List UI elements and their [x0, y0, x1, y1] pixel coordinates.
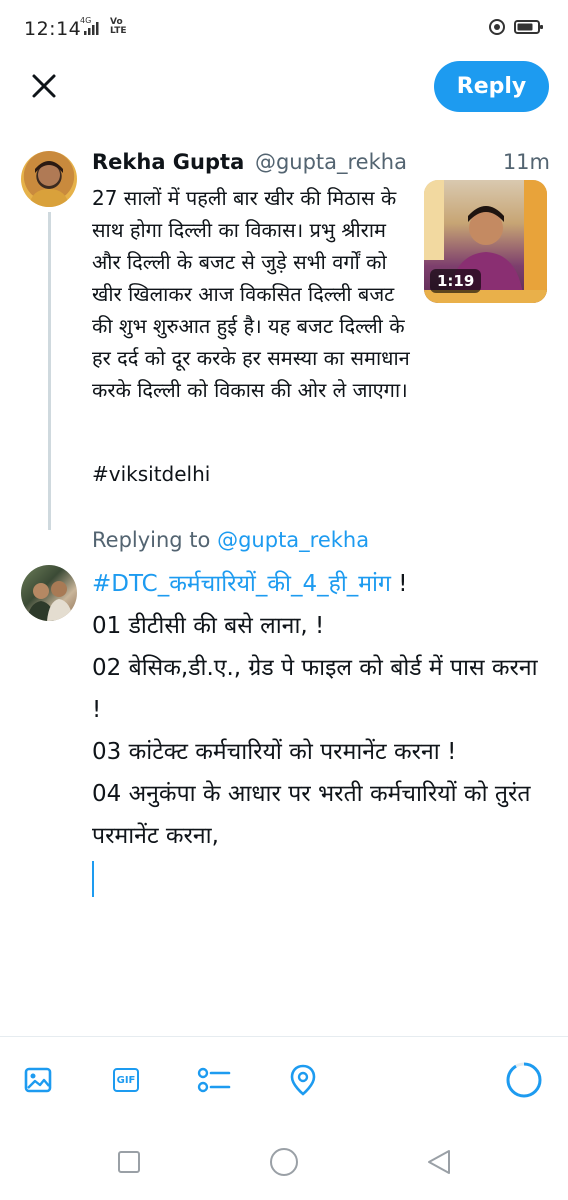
compose-text-area[interactable]: #DTC_कर्मचारियों_की_4_ही_मांग ! 01 डीटीस…	[92, 563, 548, 899]
avatar-portrait	[29, 161, 69, 207]
volte-badge: Vo LTE	[110, 17, 127, 36]
add-gif-button[interactable]: GIF	[108, 1062, 144, 1098]
user-avatar[interactable]	[21, 565, 77, 621]
video-duration: 1:19	[430, 269, 482, 293]
recents-icon	[118, 1151, 140, 1173]
gif-label: GIF	[116, 1074, 136, 1086]
user-avatar-image	[27, 581, 73, 621]
tweet-time: 11m	[502, 150, 550, 174]
thread-line	[48, 212, 51, 530]
back-icon	[428, 1150, 450, 1174]
character-count-indicator	[504, 1060, 544, 1100]
add-image-button[interactable]	[20, 1062, 56, 1098]
battery-icon	[514, 20, 543, 34]
back-button[interactable]	[422, 1145, 456, 1179]
author-name[interactable]: Rekha Gupta	[92, 150, 244, 174]
gif-icon: GIF	[113, 1068, 139, 1092]
recents-button[interactable]	[112, 1145, 146, 1179]
compose-line: 03 कांटेक्ट कर्मचारियों को परमानेंट करना…	[92, 739, 457, 765]
compose-hashtag-suffix: !	[390, 571, 408, 597]
add-location-button[interactable]	[285, 1062, 321, 1098]
compose-line: 02 बेसिक,डी.ए., ग्रेड पे फाइल को बोर्ड म…	[92, 655, 538, 723]
close-icon	[32, 74, 56, 98]
text-cursor	[92, 860, 94, 897]
original-tweet-text: 27 सालों में पहली बार खीर की मिठास के सा…	[92, 186, 417, 402]
original-tweet-header: Rekha Gupta @gupta_rekha	[92, 150, 552, 174]
author-handle[interactable]: @gupta_rekha	[255, 150, 407, 174]
compose-hashtag[interactable]: #DTC_कर्मचारियों_की_4_ही_मांग	[92, 571, 391, 597]
close-button[interactable]	[24, 66, 64, 106]
status-right	[488, 18, 544, 36]
toolbar-divider	[0, 1036, 568, 1037]
character-count-icon	[506, 1062, 542, 1098]
compose-line: 01 डीटीसी की बसे लाना, !	[92, 613, 325, 639]
compose-line: 04 अनुकंपा के आधार पर भरती कर्मचारियों क…	[92, 781, 531, 849]
location-icon	[290, 1064, 316, 1096]
poll-icon	[197, 1067, 231, 1093]
home-icon	[270, 1148, 298, 1176]
replying-to-handle[interactable]: @gupta_rekha	[217, 528, 369, 552]
home-button[interactable]	[267, 1145, 301, 1179]
signal-icon	[84, 22, 99, 35]
image-icon	[24, 1067, 52, 1093]
data-saver-icon	[489, 19, 505, 35]
original-tweet-hashtag[interactable]: #viksitdelhi	[92, 462, 210, 486]
status-time: 12:14	[24, 18, 82, 40]
original-author-avatar[interactable]	[21, 151, 77, 207]
compose-line-hashtag: #DTC_कर्मचारियों_की_4_ही_मांग !	[92, 563, 548, 605]
reply-button[interactable]: Reply	[434, 61, 549, 112]
add-poll-button[interactable]	[196, 1062, 232, 1098]
compose-caret-line	[92, 857, 548, 899]
replying-to-label: Replying to	[92, 528, 211, 552]
replying-to: Replying to @gupta_rekha	[92, 528, 369, 552]
video-thumbnail[interactable]: 1:19	[424, 180, 547, 303]
status-bar: 12:14 4G Vo LTE	[0, 0, 568, 60]
